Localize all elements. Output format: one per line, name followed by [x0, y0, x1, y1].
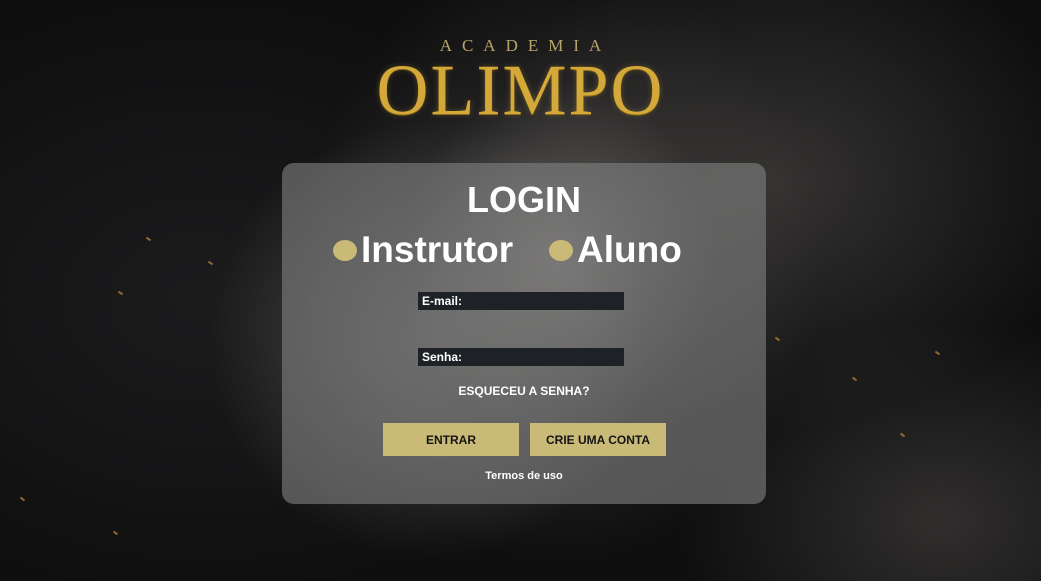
email-field[interactable]: E-mail: — [418, 292, 624, 310]
radio-dot-icon[interactable] — [333, 239, 357, 261]
password-label: Senha: — [422, 350, 463, 364]
login-title: LOGIN — [467, 179, 581, 220]
role-option-instrutor[interactable]: Instrutor — [333, 229, 513, 271]
enter-button[interactable]: ENTRAR — [383, 423, 519, 456]
brand-logo: ACADEMIA OLIMPO — [0, 36, 1041, 130]
email-input[interactable] — [462, 292, 624, 310]
create-account-button[interactable]: CRIE UMA CONTA — [530, 423, 666, 456]
terms-of-use-link[interactable]: Termos de uso — [282, 470, 766, 482]
logo-wordmark: OLIMPO — [376, 50, 665, 130]
radio-dot-icon[interactable] — [549, 239, 573, 261]
role-label-instrutor: Instrutor — [361, 229, 514, 270]
email-label: E-mail: — [422, 294, 463, 308]
password-input[interactable] — [462, 348, 624, 366]
login-card: LOGIN Instrutor Aluno E-mail: Senha: ESQ… — [282, 163, 766, 504]
password-field[interactable]: Senha: — [418, 348, 624, 366]
forgot-password-link[interactable]: ESQUECEU A SENHA? — [282, 384, 766, 398]
role-option-aluno[interactable]: Aluno — [549, 229, 682, 271]
role-label-aluno: Aluno — [577, 229, 682, 270]
